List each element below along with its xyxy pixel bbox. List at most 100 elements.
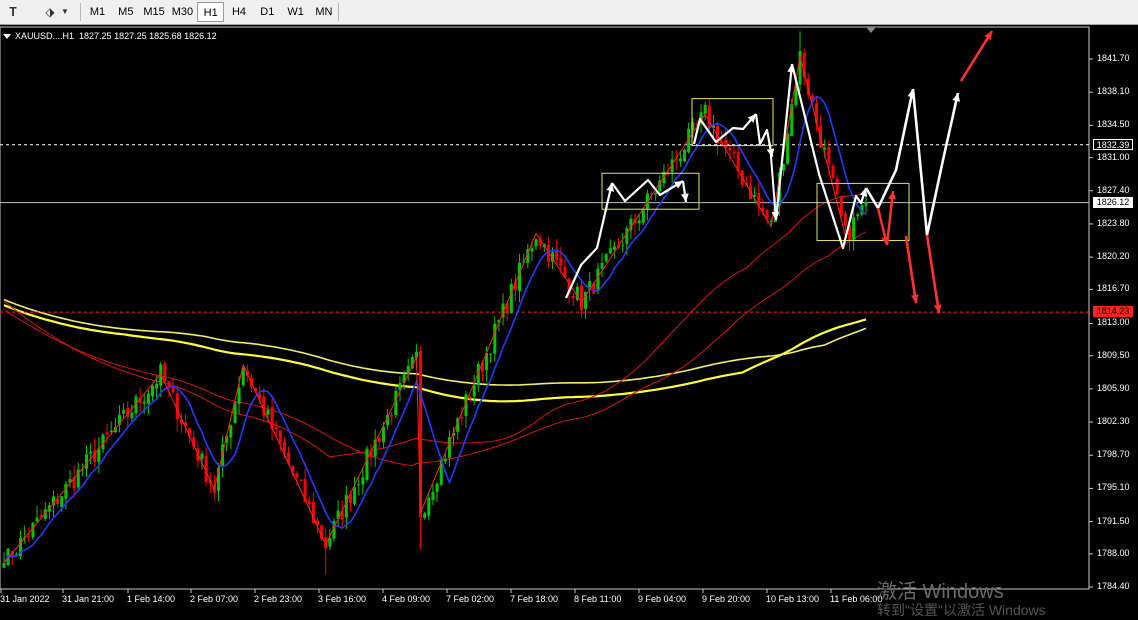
candle-body — [468, 396, 472, 399]
candle-body — [604, 253, 608, 262]
timeframe-m5-button[interactable]: M5 — [112, 2, 139, 22]
candle-body — [472, 385, 476, 397]
candle-body — [295, 473, 299, 478]
price-axis-label: 1827.40 — [1097, 184, 1130, 195]
candle-body — [579, 285, 583, 311]
candle-body — [274, 427, 278, 429]
candle-body — [266, 409, 270, 415]
candle-body — [612, 246, 616, 250]
symbol-label: XAUUSD....H1 — [15, 31, 75, 41]
white-arrow-a — [564, 182, 614, 299]
candle-body — [419, 350, 423, 518]
candle-body — [625, 228, 629, 244]
toolbar-separator — [338, 3, 339, 21]
candle-body — [122, 409, 126, 414]
candle-body — [707, 105, 711, 128]
collapse-icon[interactable] — [3, 34, 11, 40]
candle-body — [794, 87, 798, 106]
candle-body — [827, 147, 831, 164]
zigzag-line — [3, 56, 846, 564]
time-axis-label: 7 Feb 18:00 — [510, 594, 559, 604]
timeframe-m1-button[interactable]: M1 — [84, 2, 111, 22]
candle-body — [381, 426, 385, 443]
timeframe-mn-button[interactable]: MN — [310, 2, 337, 22]
candle-body — [328, 538, 332, 547]
time-axis-label: 31 Jan 2022 — [0, 594, 50, 604]
candle-body — [678, 158, 682, 162]
price-axis-label: 1838.10 — [1097, 86, 1130, 97]
timeframe-m30-button[interactable]: M30 — [169, 2, 196, 22]
candle-body — [142, 401, 146, 404]
time-axis-label: 11 Feb 06:00 — [830, 594, 883, 604]
timeframe-d1-button[interactable]: D1 — [254, 2, 281, 22]
objects-icon[interactable]: ⬗ — [40, 2, 60, 22]
time-axis-label: 2 Feb 07:00 — [190, 594, 239, 604]
chart-shift-marker — [866, 27, 876, 33]
candle-body — [559, 258, 563, 267]
white-forecast-up-1 — [864, 88, 915, 210]
candle-body — [493, 323, 497, 354]
price-axis-label: 1809.50 — [1097, 349, 1130, 360]
white-arrow-d — [692, 113, 757, 145]
candle-body — [489, 353, 493, 355]
red-forecast-up-small — [885, 190, 895, 246]
candle-body — [237, 387, 241, 404]
price-axis-label: 1831.00 — [1097, 151, 1130, 162]
candle-body — [344, 495, 348, 518]
candle-body — [831, 165, 835, 178]
chart-header: XAUUSD....H1 1827.25 1827.25 1825.68 182… — [3, 31, 217, 41]
candle-body — [307, 500, 311, 505]
price-chart[interactable] — [0, 26, 1138, 609]
candle-body — [852, 217, 856, 240]
candle-body — [60, 496, 64, 507]
timeframe-m15-button[interactable]: M15 — [141, 2, 168, 22]
candle-body — [600, 262, 604, 269]
candle-body — [64, 483, 68, 499]
price-axis-label: 1798.70 — [1097, 449, 1130, 460]
activate-windows-hint: 转到"设置"以激活 Windows — [877, 602, 1046, 618]
candle-body — [435, 483, 439, 493]
candle-body — [130, 412, 134, 419]
candle-body — [460, 417, 464, 419]
price-axis-label: 1802.30 — [1097, 416, 1130, 427]
candle-body — [357, 484, 361, 486]
price-axis-label: 1788.00 — [1097, 547, 1130, 558]
dropdown-arrow-icon[interactable]: ▼ — [58, 2, 72, 22]
candle-body — [509, 284, 513, 314]
candle-body — [361, 477, 365, 485]
text-tool-icon[interactable]: 𝐓 — [3, 2, 23, 22]
candle-body — [839, 196, 843, 216]
time-axis-label: 10 Feb 13:00 — [766, 594, 820, 604]
candle-body — [2, 563, 6, 568]
candle-body — [278, 430, 282, 443]
candle-body — [596, 268, 600, 292]
candle-body — [423, 513, 427, 518]
candle-body — [431, 491, 435, 501]
red-forecast-down-2 — [904, 235, 918, 304]
chart-frame — [0, 26, 1090, 590]
price-axis-label: 1784.40 — [1097, 581, 1130, 591]
price-axis-label: 1841.70 — [1097, 53, 1130, 63]
slow-ma-line-1 — [3, 304, 867, 403]
timeframe-h4-button[interactable]: H4 — [226, 2, 253, 22]
timeframe-h1-button[interactable]: H1 — [197, 2, 225, 22]
price-axis-label: 1805.90 — [1097, 382, 1130, 393]
candle-body — [443, 458, 447, 462]
candle-body — [299, 479, 303, 481]
ohlc-values: 1827.25 1827.25 1825.68 1826.12 — [79, 31, 217, 41]
time-axis-label: 1 Feb 14:00 — [127, 594, 176, 604]
time-axis-label: 4 Feb 09:00 — [382, 594, 431, 604]
candle-body — [654, 192, 658, 195]
time-axis-label: 9 Feb 04:00 — [638, 594, 687, 604]
price-axis-label: 1813.00 — [1097, 317, 1130, 328]
candle-body — [728, 147, 732, 151]
candle-body — [732, 152, 736, 154]
price-axis-label: 1834.50 — [1097, 119, 1130, 130]
candle-body — [571, 295, 575, 299]
candle-body — [683, 149, 687, 162]
timeframe-w1-button[interactable]: W1 — [282, 2, 309, 22]
candle-body — [229, 425, 233, 438]
candle-body — [530, 248, 534, 252]
chart-area[interactable] — [0, 26, 1138, 609]
candle-body — [534, 239, 538, 247]
